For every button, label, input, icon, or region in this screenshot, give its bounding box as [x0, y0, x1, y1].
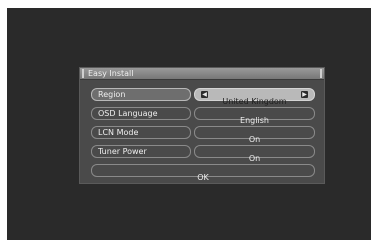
- tuner-power-selector[interactable]: On: [194, 145, 315, 163]
- dialog-title: Easy Install: [88, 69, 134, 78]
- ok-button-label: OK: [197, 173, 209, 182]
- osd-language-label: OSD Language: [98, 109, 158, 118]
- lcn-mode-selector[interactable]: On: [194, 126, 315, 144]
- lcn-mode-label-box: LCN Mode: [91, 126, 191, 139]
- easy-install-dialog: Easy Install Region ◀ United Kingdom ▶ O…: [79, 67, 325, 184]
- region-label: Region: [98, 90, 126, 99]
- title-bar-left-cap: [82, 69, 84, 78]
- region-value: United Kingdom: [222, 97, 287, 106]
- lcn-mode-value: On: [248, 135, 261, 144]
- chevron-left-icon[interactable]: ◀: [201, 91, 208, 98]
- lcn-mode-label: LCN Mode: [98, 128, 139, 137]
- region-selector[interactable]: ◀ United Kingdom ▶: [194, 88, 315, 106]
- title-bar-right-cap: [320, 69, 322, 78]
- chevron-right-icon[interactable]: ▶: [301, 91, 308, 98]
- dialog-title-bar: Easy Install: [80, 68, 324, 80]
- region-label-box: Region: [91, 88, 191, 101]
- osd-language-selector[interactable]: English: [194, 107, 315, 125]
- tuner-power-label: Tuner Power: [98, 147, 147, 156]
- tv-screen: Easy Install Region ◀ United Kingdom ▶ O…: [7, 8, 371, 240]
- tuner-power-label-box: Tuner Power: [91, 145, 191, 158]
- ok-button[interactable]: OK: [91, 164, 315, 182]
- tuner-power-value: On: [248, 154, 261, 163]
- osd-language-label-box: OSD Language: [91, 107, 191, 120]
- osd-language-value: English: [240, 116, 269, 125]
